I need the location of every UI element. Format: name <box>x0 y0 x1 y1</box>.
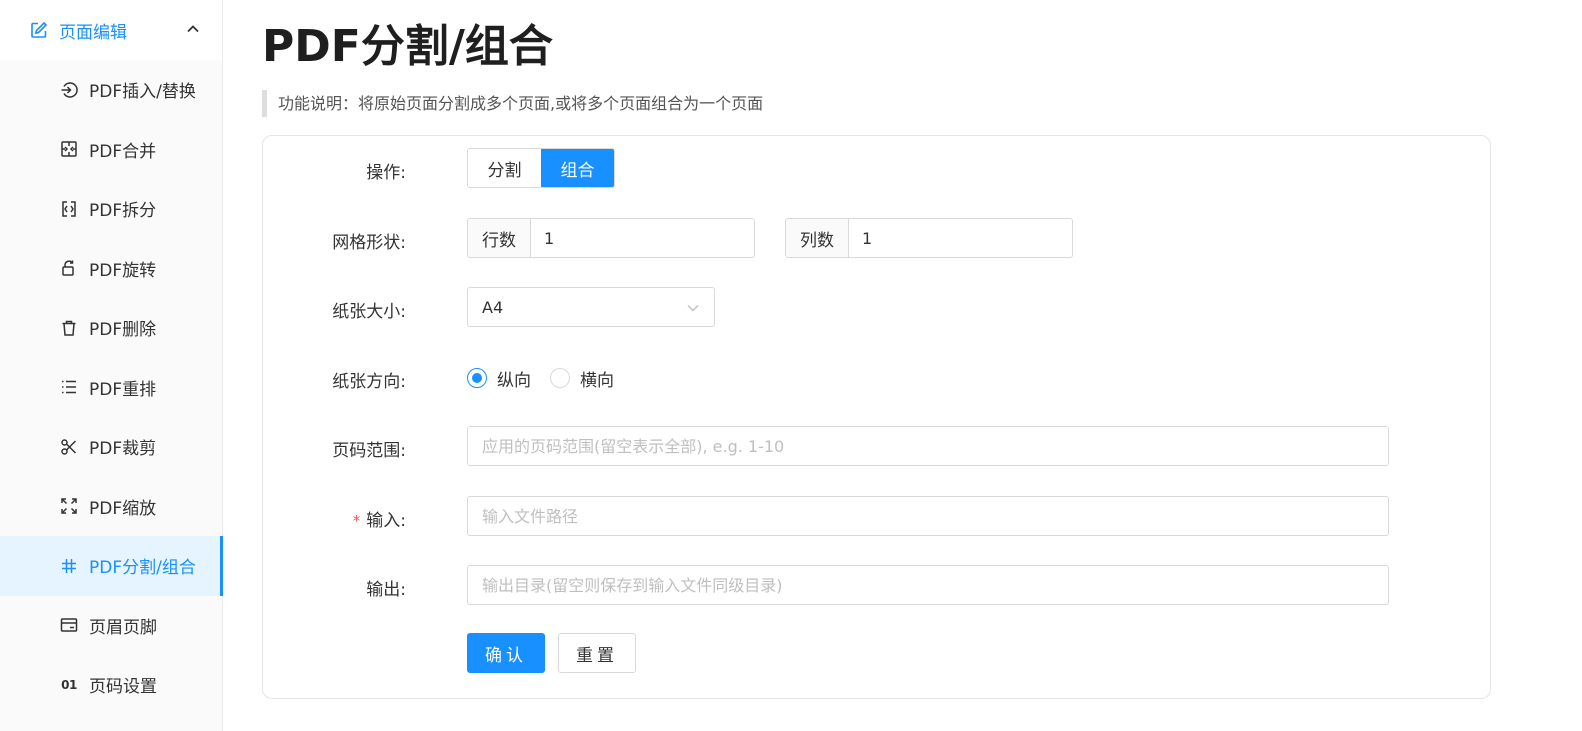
edit-icon <box>30 21 48 39</box>
sidebar-item-label: PDF合并 <box>89 141 157 162</box>
sidebar-item-label: PDF裁剪 <box>89 439 157 460</box>
operation-segmented: 分割 组合 <box>467 148 615 188</box>
page-title: PDF分割/组合 <box>262 21 553 72</box>
rows-input[interactable]: 1 <box>531 219 754 257</box>
sidebar-item-label: PDF旋转 <box>89 260 157 281</box>
sidebar-item-label: PDF拆分 <box>89 201 157 222</box>
radio-unchecked-icon <box>550 368 570 388</box>
login-icon <box>60 81 78 99</box>
radio-label: 纵向 <box>497 370 531 391</box>
expand-icon <box>60 497 78 515</box>
input-label-text: 输入: <box>366 511 406 531</box>
required-mark: * <box>352 512 361 530</box>
chevron-down-icon <box>686 301 700 315</box>
input-path-field[interactable] <box>467 496 1389 536</box>
merge-icon <box>60 140 78 158</box>
operation-split-button[interactable]: 分割 <box>468 149 541 187</box>
header-footer-icon <box>60 616 78 634</box>
sidebar-item-label: PDF删除 <box>89 320 157 341</box>
page-number-icon: 01 <box>61 677 77 692</box>
orientation-label: 纸张方向: <box>332 372 406 392</box>
sidebar-item-pdf-rotate[interactable]: PDF旋转 <box>0 239 222 299</box>
orientation-radio-group: 纵向 横向 <box>467 366 633 391</box>
reset-button[interactable]: 重置 <box>558 633 636 673</box>
sidebar-item-label: PDF缩放 <box>89 498 157 519</box>
radio-checked-icon <box>467 368 487 388</box>
sidebar-item-label: PDF重排 <box>89 379 157 400</box>
rows-addon: 行数 <box>468 219 531 257</box>
list-icon <box>60 378 78 396</box>
scissors-icon <box>60 438 78 456</box>
sidebar-item-label: 页码设置 <box>89 677 157 698</box>
sidebar-group-page-edit[interactable]: 页面编辑 <box>0 0 222 60</box>
sidebar-item-pdf-split-combine[interactable]: PDF分割/组合 <box>0 536 223 596</box>
sidebar-item-label: 页眉页脚 <box>89 617 157 638</box>
paper-size-label: 纸张大小: <box>332 302 406 322</box>
paper-size-select[interactable]: A4 <box>467 287 715 327</box>
radio-label: 横向 <box>580 370 614 391</box>
sidebar-item-pdf-split[interactable]: PDF拆分 <box>0 179 222 239</box>
sidebar-item-pdf-crop[interactable]: PDF裁剪 <box>0 417 222 477</box>
cols-addon: 列数 <box>786 219 849 257</box>
sidebar-item-header-footer[interactable]: 页眉页脚 <box>0 596 222 656</box>
output-dir-field[interactable] <box>467 565 1389 605</box>
sidebar-item-pdf-reorder[interactable]: PDF重排 <box>0 358 222 418</box>
sidebar: 页面编辑 PDF插入/替换 PDF合并 PDF拆分 PDF旋转 PDF删除 PD… <box>0 0 223 731</box>
operation-combine-button[interactable]: 组合 <box>541 149 614 187</box>
operation-label: 操作: <box>366 163 406 183</box>
output-label: 输出: <box>366 580 406 600</box>
sidebar-item-label: PDF分割/组合 <box>89 558 196 579</box>
sidebar-menu: PDF插入/替换 PDF合并 PDF拆分 PDF旋转 PDF删除 PDF重排 P… <box>0 60 223 715</box>
split-icon <box>60 200 78 218</box>
orientation-portrait-radio[interactable]: 纵向 <box>467 366 531 391</box>
input-label: * 输入: <box>266 506 406 531</box>
confirm-button[interactable]: 确认 <box>467 633 545 673</box>
chevron-up-icon[interactable] <box>186 22 200 36</box>
trash-icon <box>60 319 78 337</box>
rows-input-group: 行数 1 <box>467 218 755 258</box>
sidebar-group-label: 页面编辑 <box>59 22 127 43</box>
form-card: 操作: 分割 组合 网格形状: 行数 1 列数 1 纸张大小: A4 纸张方向: <box>262 135 1491 699</box>
cols-input-group: 列数 1 <box>785 218 1073 258</box>
page-range-label: 页码范围: <box>332 441 406 461</box>
grid-shape-label: 网格形状: <box>332 233 406 253</box>
sidebar-item-pdf-merge[interactable]: PDF合并 <box>0 120 222 180</box>
sidebar-item-pdf-insert-replace[interactable]: PDF插入/替换 <box>0 60 222 120</box>
cols-input[interactable]: 1 <box>849 219 1072 257</box>
sidebar-item-pdf-scale[interactable]: PDF缩放 <box>0 477 222 537</box>
function-description: 功能说明：将原始页面分割成多个页面,或将多个页面组合为一个页面 <box>262 90 763 117</box>
sidebar-item-page-number[interactable]: 01 页码设置 <box>0 655 222 715</box>
grid-icon <box>60 557 78 575</box>
orientation-landscape-radio[interactable]: 横向 <box>550 366 614 391</box>
page-range-input[interactable] <box>467 426 1389 466</box>
sidebar-item-pdf-delete[interactable]: PDF删除 <box>0 298 222 358</box>
paper-size-value: A4 <box>482 297 504 317</box>
sidebar-item-label: PDF插入/替换 <box>89 82 196 103</box>
rotate-icon <box>60 259 78 277</box>
